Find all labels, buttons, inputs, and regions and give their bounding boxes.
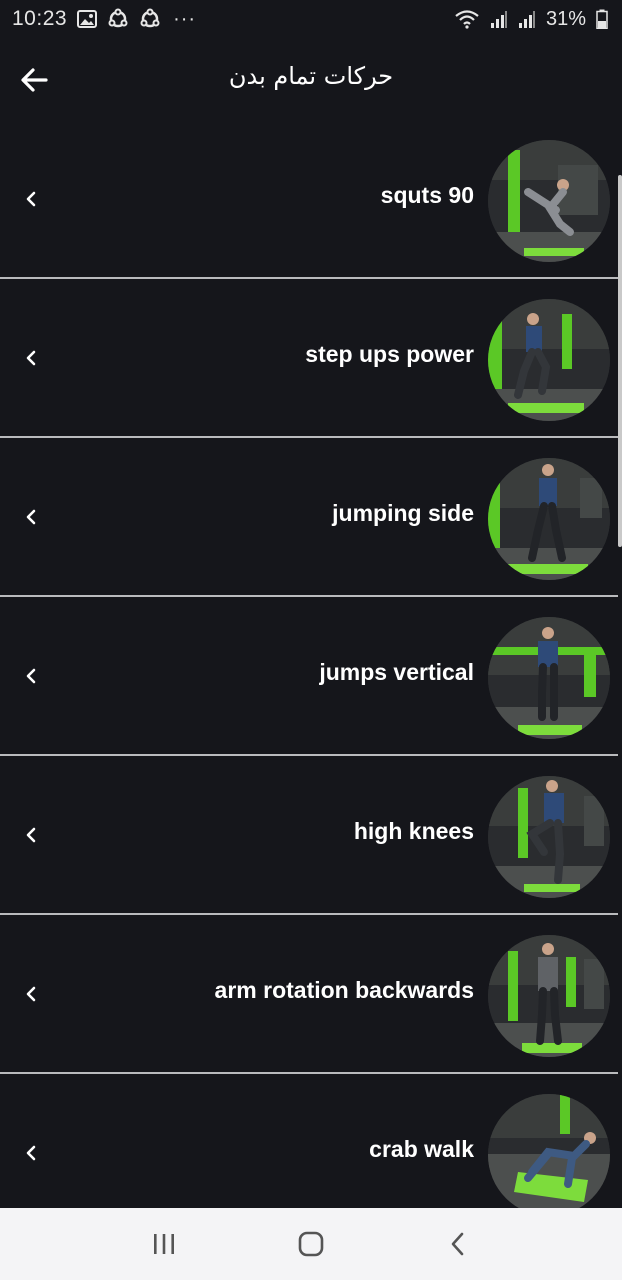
signal-icon [490,9,508,29]
exercise-list: squts 90 step ups power jumping side jum… [0,120,618,1233]
status-bar-right: 31% [454,8,608,31]
home-icon [298,1231,324,1257]
exercise-label: arm rotation backwards [214,977,474,1003]
exercise-label: step ups power [305,341,474,367]
chevron-left-icon [20,822,42,848]
chevron-left-icon [20,663,42,689]
home-button[interactable] [286,1219,336,1269]
app-bar: حرکات تمام بدن [0,40,622,118]
exercise-thumbnail [488,617,610,739]
page-title: حرکات تمام بدن [228,62,394,90]
exercise-item-squts-90[interactable]: squts 90 [0,120,618,279]
status-time: 10:23 [12,7,68,30]
exercise-item-high-knees[interactable]: high knees [0,756,618,915]
status-bar-left: 10:23 ··· [12,7,196,31]
battery-percent: 31% [545,7,586,30]
exercise-label: crab walk [369,1136,474,1162]
system-nav-bar [0,1208,622,1280]
chevron-left-icon [20,186,42,212]
exercise-label: high knees [353,818,474,844]
exercise-thumbnail [488,1094,610,1216]
more-notifications-icon: ··· [173,7,197,30]
exercise-thumbnail [488,140,610,262]
exercise-thumbnail [488,458,610,580]
sync-icon [107,8,129,30]
exercise-item-jumping-side[interactable]: jumping side [0,438,618,597]
wifi-icon [454,9,480,29]
chevron-left-icon [20,1140,42,1166]
recent-apps-button[interactable] [139,1219,189,1269]
system-back-button[interactable] [433,1219,483,1269]
exercise-item-arm-rotation-backwards[interactable]: arm rotation backwards [0,915,618,1074]
status-bar: 10:23 ··· 31% [0,0,622,38]
exercise-item-step-ups-power[interactable]: step ups power [0,279,618,438]
exercise-label: jumps vertical [319,659,474,685]
chevron-left-icon [20,345,42,371]
exercise-item-jumps-vertical[interactable]: jumps vertical [0,597,618,756]
sync-icon [139,8,161,30]
screen: 10:23 ··· 31% حرکات تمام بدن squts 90 st… [0,0,622,1280]
chevron-left-icon [20,981,42,1007]
scrollbar[interactable] [618,175,622,547]
back-icon [452,1232,464,1256]
battery-icon [596,9,608,29]
exercise-label: jumping side [332,500,474,526]
chevron-left-icon [20,504,42,530]
signal-icon [518,9,536,29]
recent-apps-icon [153,1234,174,1254]
exercise-thumbnail [488,299,610,421]
exercise-label: squts 90 [380,182,474,208]
exercise-thumbnail [488,776,610,898]
gallery-icon [77,10,98,28]
exercise-thumbnail [488,935,610,1057]
